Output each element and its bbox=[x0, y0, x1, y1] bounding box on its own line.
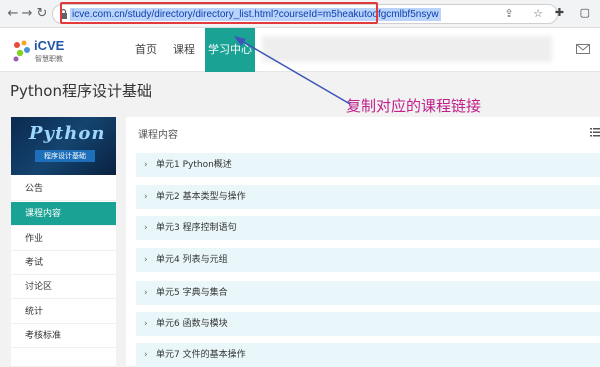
course-content-panel: 课程内容 › 单元1 Python概述 › 单元2 基本类型与操作 › 单元3 程序控… bbox=[126, 117, 600, 367]
chevron-right-icon: › bbox=[144, 319, 148, 329]
unit-row[interactable]: › 单元4 列表与元组 bbox=[136, 248, 600, 272]
nav-courses[interactable]: 课程 bbox=[166, 28, 202, 72]
unit-row[interactable]: › 单元5 字典与集合 bbox=[136, 281, 600, 305]
chevron-right-icon: › bbox=[144, 255, 148, 265]
annotation-text: 复制对应的课程链接 bbox=[346, 97, 482, 115]
logo-subtext: 智慧职教 bbox=[35, 55, 63, 63]
unit-label: 单元6 函数与模块 bbox=[156, 319, 228, 329]
sidebar-item-exams[interactable]: 考试 bbox=[11, 251, 116, 275]
site-logo[interactable]: iCVE 智慧职教 bbox=[12, 35, 82, 67]
unit-label: 单元4 列表与元组 bbox=[156, 255, 228, 265]
extension-icons[interactable]: ✚ ▢ bbox=[555, 6, 596, 19]
logo-text: iCVE bbox=[34, 38, 65, 53]
mail-icon[interactable] bbox=[576, 44, 590, 54]
unit-row[interactable]: › 单元1 Python概述 bbox=[136, 153, 600, 177]
sidebar-item-assessment[interactable]: 考核标准 bbox=[11, 324, 116, 348]
sidebar-item-discussion[interactable]: 讨论区 bbox=[11, 275, 116, 299]
course-sidebar: Python 程序设计基础 公告 课程内容 作业 考试 讨论区 统计 考核标准 bbox=[11, 117, 116, 366]
unit-label: 单元2 基本类型与操作 bbox=[156, 192, 246, 202]
sidebar-item-statistics[interactable]: 统计 bbox=[11, 300, 116, 324]
chevron-right-icon: › bbox=[144, 192, 148, 202]
unit-label: 单元5 字典与集合 bbox=[156, 288, 228, 298]
logo-icon bbox=[13, 40, 30, 62]
chevron-right-icon: › bbox=[144, 350, 148, 360]
blurred-region bbox=[262, 36, 552, 62]
unit-row[interactable]: › 单元6 函数与模块 bbox=[136, 312, 600, 336]
cover-title: Python bbox=[29, 123, 106, 144]
unit-row[interactable]: › 单元3 程序控制语句 bbox=[136, 216, 600, 240]
browser-toolbar: ← → ↻ icve.com.cn/study/directory/direct… bbox=[0, 0, 600, 28]
unit-row[interactable]: › 单元7 文件的基本操作 bbox=[136, 343, 600, 367]
cover-subtitle: 程序设计基础 bbox=[35, 150, 95, 162]
chevron-right-icon: › bbox=[144, 160, 148, 170]
section-heading: 课程内容 bbox=[138, 130, 178, 141]
course-cover-image: Python 程序设计基础 bbox=[11, 117, 116, 175]
unit-row[interactable]: › 单元2 基本类型与操作 bbox=[136, 185, 600, 209]
chevron-right-icon: › bbox=[144, 223, 148, 233]
sidebar-item-homework[interactable]: 作业 bbox=[11, 227, 116, 251]
url-highlight-box bbox=[60, 2, 378, 24]
sidebar-item-course-content[interactable]: 课程内容 bbox=[11, 202, 116, 226]
refresh-icon[interactable]: ↻ bbox=[33, 5, 51, 23]
page-title: Python程序设计基础 bbox=[10, 82, 152, 100]
site-header: iCVE 智慧职教 首页 课程 学习中心 bbox=[0, 28, 600, 72]
nav-learning-center[interactable]: 学习中心 bbox=[205, 28, 255, 72]
unit-label: 单元1 Python概述 bbox=[156, 160, 232, 170]
share-bookmark-icons[interactable]: ⇪ ☆ bbox=[504, 7, 551, 20]
list-menu-icon[interactable] bbox=[590, 127, 600, 137]
unit-label: 单元7 文件的基本操作 bbox=[156, 350, 246, 360]
nav-home[interactable]: 首页 bbox=[128, 28, 164, 72]
unit-label: 单元3 程序控制语句 bbox=[156, 223, 237, 233]
sidebar-item-announcements[interactable]: 公告 bbox=[11, 177, 116, 201]
chevron-right-icon: › bbox=[144, 288, 148, 298]
